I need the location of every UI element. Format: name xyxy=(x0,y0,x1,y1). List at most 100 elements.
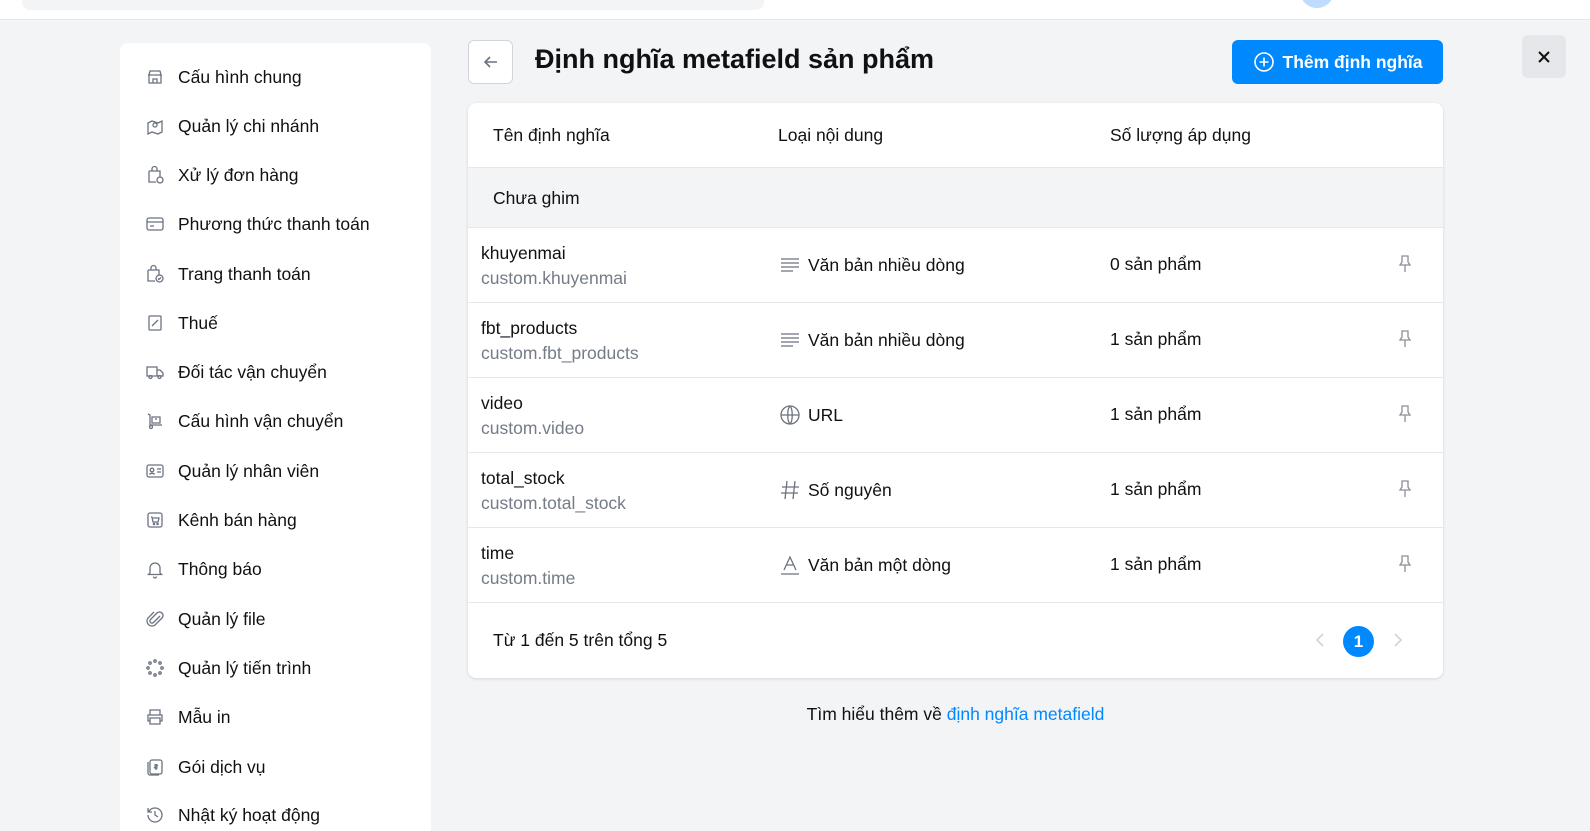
close-icon xyxy=(1538,50,1550,63)
sidebar-item-files[interactable]: Quản lý file xyxy=(120,599,431,639)
sidebar-item-label: Cấu hình chung xyxy=(178,66,302,87)
multiline-text-icon xyxy=(778,329,802,351)
credit-card-icon xyxy=(144,213,166,235)
sidebar-item-shipping-settings[interactable]: Cấu hình vận chuyển xyxy=(120,401,431,441)
definition-name: time xyxy=(481,543,515,563)
table-row[interactable]: khuyenmai custom.khuyenmai Văn bản nhiều… xyxy=(468,228,1443,303)
table-row[interactable]: time custom.time Văn bản một dòng 1 sản … xyxy=(468,528,1443,603)
hash-icon xyxy=(778,479,802,501)
applied-count: 0 sản phẩm xyxy=(1110,254,1202,274)
sidebar-item-label: Quản lý file xyxy=(178,608,266,629)
pin-icon[interactable] xyxy=(1395,554,1417,576)
tax-icon xyxy=(144,312,166,334)
sidebar-item-staff[interactable]: Quản lý nhân viên xyxy=(120,451,431,491)
sidebar-item-label: Nhật ký hoạt động xyxy=(178,804,321,825)
pagination-range: Từ 1 đến 5 trên tổng 5 xyxy=(493,630,668,650)
settings-sidebar: Cấu hình chung Quản lý chi nhánh Xử lý đ… xyxy=(120,43,431,831)
sidebar-item-label: Quản lý nhân viên xyxy=(178,460,320,481)
content-type: URL xyxy=(778,404,843,426)
sidebar-item-branches[interactable]: Quản lý chi nhánh xyxy=(120,106,431,146)
content-type: Văn bản nhiều dòng xyxy=(778,254,965,276)
content-type: Văn bản nhiều dòng xyxy=(778,329,965,351)
add-definition-label: Thêm định nghĩa xyxy=(1282,51,1423,72)
learn-more: Tìm hiểu thêm về định nghĩa metafield xyxy=(468,704,1443,725)
table-row[interactable]: video custom.video URL 1 sản phẩm xyxy=(468,378,1443,453)
learn-more-text: Tìm hiểu thêm về xyxy=(806,704,947,724)
store-icon xyxy=(144,66,166,88)
add-definition-button[interactable]: Thêm định nghĩa xyxy=(1232,40,1443,84)
sidebar-item-label: Thông báo xyxy=(178,558,262,579)
definition-name: total_stock xyxy=(481,468,565,488)
table-footer: Từ 1 đến 5 trên tổng 5 1 xyxy=(468,603,1443,678)
sidebar-item-tax[interactable]: Thuế xyxy=(120,303,431,343)
page-title: Định nghĩa metafield sản phẩm xyxy=(535,44,935,74)
chevron-right-icon[interactable] xyxy=(1391,631,1409,651)
table-header: Tên định nghĩa Loại nội dung Số lượng áp… xyxy=(468,103,1443,168)
history-icon xyxy=(144,804,166,826)
sidebar-item-sales-channels[interactable]: Kênh bán hàng xyxy=(120,500,431,540)
sidebar-item-payment-methods[interactable]: Phương thức thanh toán xyxy=(120,204,431,244)
sidebar-item-label: Phương thức thanh toán xyxy=(178,213,370,234)
pin-icon[interactable] xyxy=(1395,479,1417,501)
metafield-table-card: Tên định nghĩa Loại nội dung Số lượng áp… xyxy=(468,103,1443,678)
sidebar-item-activity-log[interactable]: Nhật ký hoạt động xyxy=(120,795,431,831)
chevron-left-icon[interactable] xyxy=(1313,631,1331,651)
paperclip-icon xyxy=(144,608,166,630)
group-header-unpinned: Chưa ghim xyxy=(468,168,1443,228)
sidebar-item-print-templates[interactable]: Mẫu in xyxy=(120,697,431,737)
sidebar-item-label: Xử lý đơn hàng xyxy=(178,164,299,185)
content-type-label: Văn bản nhiều dòng xyxy=(808,329,965,350)
search-bar[interactable] xyxy=(22,0,764,10)
plus-circle-icon xyxy=(1253,52,1274,72)
sidebar-item-label: Cấu hình vận chuyển xyxy=(178,410,344,431)
close-button[interactable] xyxy=(1522,35,1566,78)
table-row[interactable]: total_stock custom.total_stock Số nguyên… xyxy=(468,453,1443,528)
multiline-text-icon xyxy=(778,254,802,276)
group-label: Chưa ghim xyxy=(493,188,580,208)
sidebar-item-label: Quản lý tiến trình xyxy=(178,657,312,678)
applied-count: 1 sản phẩm xyxy=(1110,404,1202,424)
definition-name: khuyenmai xyxy=(481,243,566,263)
column-header-count[interactable]: Số lượng áp dụng xyxy=(1110,125,1251,146)
page-button[interactable]: 1 xyxy=(1343,626,1374,657)
sidebar-item-shipping-partners[interactable]: Đối tác vận chuyển xyxy=(120,352,431,392)
sidebar-item-processes[interactable]: Quản lý tiến trình xyxy=(120,648,431,688)
definition-name: video xyxy=(481,393,523,413)
sidebar-item-service-packages[interactable]: Gói dịch vụ xyxy=(120,747,431,787)
top-bar xyxy=(0,0,1590,20)
back-button[interactable] xyxy=(468,40,513,84)
pin-icon[interactable] xyxy=(1395,404,1417,426)
sidebar-item-label: Thuế xyxy=(178,312,218,333)
table-row[interactable]: fbt_products custom.fbt_products Văn bản… xyxy=(468,303,1443,378)
content-type: Văn bản một dòng xyxy=(778,554,951,576)
definition-key: custom.total_stock xyxy=(481,493,626,513)
sidebar-item-label: Đối tác vận chuyển xyxy=(178,361,327,382)
column-header-name[interactable]: Tên định nghĩa xyxy=(493,125,610,146)
spinner-icon xyxy=(144,657,166,679)
content-type-label: URL xyxy=(808,404,844,425)
sidebar-item-checkout-page[interactable]: Trang thanh toán xyxy=(120,254,431,294)
pin-icon[interactable] xyxy=(1395,329,1417,351)
checkout-bag-icon xyxy=(144,263,166,285)
definition-key: custom.time xyxy=(481,568,576,588)
definition-key: custom.fbt_products xyxy=(481,343,639,363)
sidebar-item-label: Kênh bán hàng xyxy=(178,509,297,530)
sidebar-item-general-settings[interactable]: Cấu hình chung xyxy=(120,57,431,97)
applied-count: 1 sản phẩm xyxy=(1110,329,1202,349)
order-bag-icon xyxy=(144,164,166,186)
content-type: Số nguyên xyxy=(778,479,892,501)
sidebar-item-notifications[interactable]: Thông báo xyxy=(120,549,431,589)
applied-count: 1 sản phẩm xyxy=(1110,554,1202,574)
column-header-type[interactable]: Loại nội dung xyxy=(778,125,883,146)
content-type-label: Văn bản nhiều dòng xyxy=(808,254,965,275)
pin-icon[interactable] xyxy=(1395,254,1417,276)
sidebar-item-order-processing[interactable]: Xử lý đơn hàng xyxy=(120,155,431,195)
sidebar-item-label: Mẫu in xyxy=(178,706,231,727)
definition-key: custom.khuyenmai xyxy=(481,268,627,288)
definition-name: fbt_products xyxy=(481,318,578,338)
applied-count: 1 sản phẩm xyxy=(1110,479,1202,499)
learn-more-link[interactable]: định nghĩa metafield xyxy=(947,704,1105,724)
avatar[interactable] xyxy=(1300,0,1334,8)
arrow-left-icon xyxy=(483,56,497,68)
location-icon xyxy=(144,115,166,137)
